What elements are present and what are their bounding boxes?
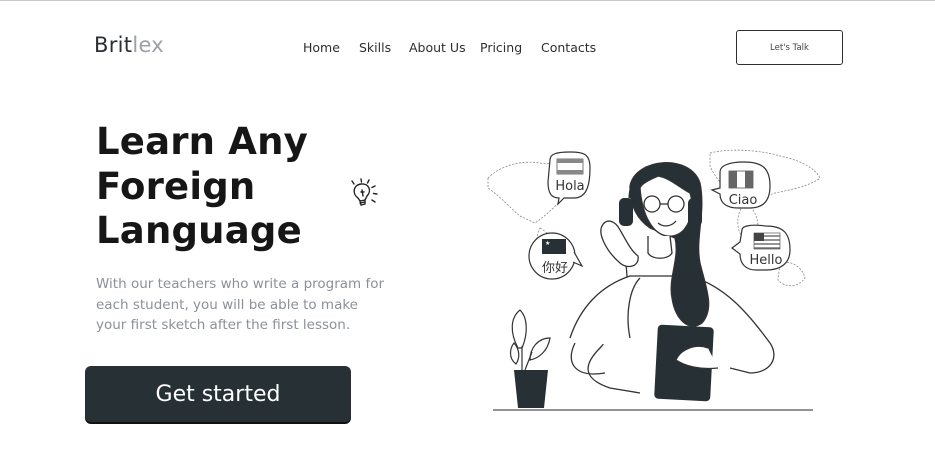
hero-description-line: With our teachers who write a program fo… bbox=[96, 276, 385, 292]
nav-about-us[interactable]: About Us bbox=[409, 40, 466, 55]
lets-talk-button[interactable]: Let's Talk bbox=[736, 30, 843, 65]
hero-description-line: each student, you will be able to make bbox=[96, 296, 358, 313]
nav-skills[interactable]: Skills bbox=[359, 40, 391, 55]
hero-title: Learn Any Foreign Language bbox=[96, 120, 308, 254]
get-started-button[interactable]: Get started bbox=[85, 366, 351, 422]
nav-contacts[interactable]: Contacts bbox=[541, 40, 596, 55]
usa-flag-icon bbox=[753, 232, 781, 250]
lightbulb-icon bbox=[351, 178, 378, 206]
bubble-hola-text: Hola bbox=[555, 179, 584, 194]
bubble-hello-text: Hello bbox=[750, 253, 783, 268]
bubble-hola: Hola bbox=[547, 151, 591, 206]
potted-plant bbox=[509, 309, 551, 408]
hero-title-line: Foreign bbox=[96, 164, 256, 208]
hero-description-line: your first sketch after the first lesson… bbox=[96, 317, 351, 333]
nav-pricing[interactable]: Pricing bbox=[480, 40, 522, 55]
hero-title-line: Learn Any bbox=[96, 120, 309, 163]
top-border bbox=[0, 0, 935, 1]
bubble-hello: Hello bbox=[731, 224, 791, 271]
hero-description: With our teachers who write a program fo… bbox=[96, 274, 396, 336]
bubble-ciao: Ciao bbox=[710, 161, 771, 209]
bubble-nihao-text: 你好 bbox=[542, 261, 568, 276]
svg-text:★: ★ bbox=[545, 240, 550, 247]
bubble-nihao: ★ 你好 bbox=[528, 232, 584, 280]
hero-title-line: Language bbox=[96, 209, 302, 252]
nav-home[interactable]: Home bbox=[303, 40, 340, 55]
bubble-ciao-text: Ciao bbox=[729, 193, 758, 208]
hero-illustration: Hola Ciao ★ 你好 Hello bbox=[487, 149, 821, 411]
